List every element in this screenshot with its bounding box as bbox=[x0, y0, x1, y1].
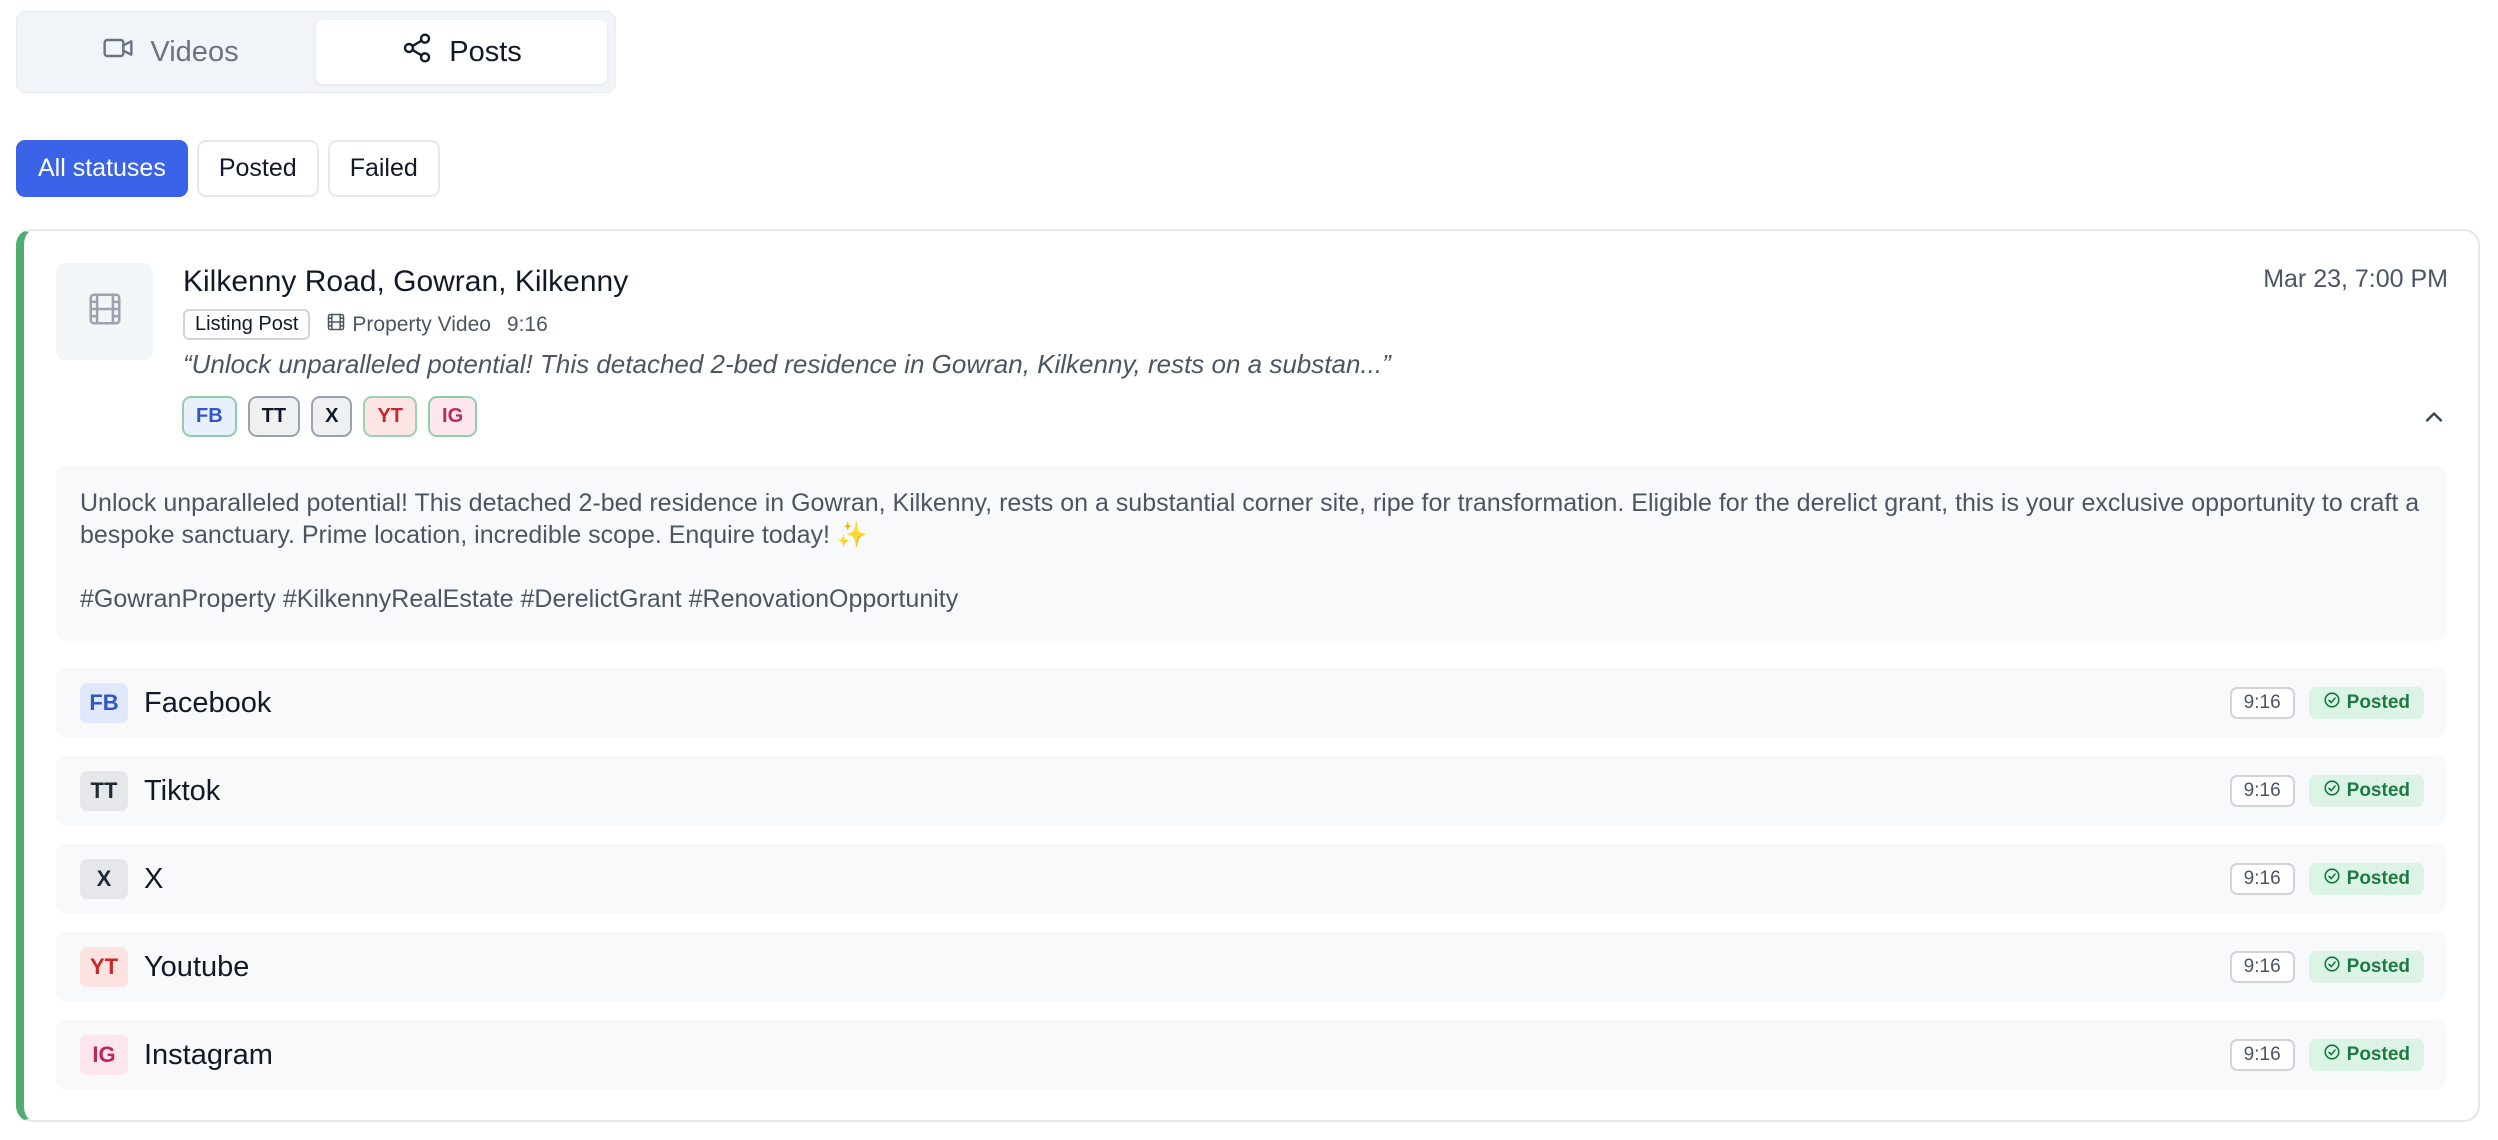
platform-row-meta: 9:16 Posted bbox=[2229, 863, 2424, 895]
filter-failed[interactable]: Failed bbox=[327, 140, 440, 197]
status-badge: Posted bbox=[2308, 687, 2424, 719]
platform-row-instagram[interactable]: IG Instagram 9:16 Posted bbox=[56, 1020, 2446, 1090]
status-badge: Posted bbox=[2308, 863, 2424, 895]
post-card: Kilkenny Road, Gowran, Kilkenny Mar 23, … bbox=[16, 229, 2480, 1122]
tab-videos-label: Videos bbox=[150, 35, 239, 68]
status-label: Posted bbox=[2346, 780, 2410, 801]
platform-row-youtube[interactable]: YT Youtube 9:16 Posted bbox=[56, 932, 2446, 1002]
video-camera-icon bbox=[102, 32, 134, 72]
share-icon bbox=[401, 32, 433, 72]
platform-row-meta: 9:16 Posted bbox=[2229, 1039, 2424, 1071]
platform-tag-tt: TT bbox=[247, 396, 301, 437]
platform-row-tiktok[interactable]: TT Tiktok 9:16 Posted bbox=[56, 756, 2446, 826]
platform-row-facebook[interactable]: FB Facebook 9:16 Posted bbox=[56, 668, 2446, 738]
tab-videos[interactable]: Videos bbox=[25, 20, 316, 84]
status-badge: Posted bbox=[2308, 951, 2424, 983]
platform-tag-x: X bbox=[311, 396, 353, 437]
film-icon bbox=[86, 290, 124, 333]
post-caption-preview: “Unlock unparalleled potential! This det… bbox=[183, 349, 1391, 379]
post-meta: Listing Post Property Video 9:16 bbox=[183, 309, 548, 340]
post-video-info: Property Video bbox=[326, 312, 491, 338]
platform-tag-fb: FB bbox=[182, 396, 237, 437]
view-tabs: Videos Posts bbox=[16, 11, 616, 93]
tab-posts-label: Posts bbox=[449, 35, 522, 68]
platform-list: FB Facebook 9:16 Posted TT Tiktok 9:16 P… bbox=[56, 668, 2446, 1108]
check-circle-icon bbox=[2323, 955, 2341, 979]
status-label: Posted bbox=[2346, 868, 2410, 889]
check-circle-icon bbox=[2323, 779, 2341, 803]
platform-name: Instagram bbox=[144, 1038, 273, 1071]
filter-all-statuses[interactable]: All statuses bbox=[16, 140, 188, 197]
platform-row-x[interactable]: X X 9:16 Posted bbox=[56, 844, 2446, 914]
check-circle-icon bbox=[2323, 867, 2341, 891]
status-label: Posted bbox=[2346, 1044, 2410, 1065]
post-hashtags: #GowranProperty #KilkennyRealEstate #Der… bbox=[80, 585, 959, 613]
check-circle-icon bbox=[2323, 1043, 2341, 1067]
aspect-ratio-badge: 9:16 bbox=[2229, 863, 2295, 895]
filter-posted[interactable]: Posted bbox=[196, 140, 319, 197]
platform-tag-yt: YT bbox=[363, 396, 418, 437]
platform-name: Youtube bbox=[144, 950, 250, 983]
platform-abbr: X bbox=[80, 859, 128, 899]
check-circle-icon bbox=[2323, 691, 2341, 715]
status-badge: Posted bbox=[2308, 775, 2424, 807]
platform-abbr: FB bbox=[80, 683, 128, 723]
platform-abbr: IG bbox=[80, 1035, 128, 1075]
post-type-badge: Listing Post bbox=[183, 309, 311, 340]
chevron-up-icon bbox=[2420, 412, 2448, 435]
aspect-ratio-badge: 9:16 bbox=[2229, 775, 2295, 807]
post-video-ratio: 9:16 bbox=[506, 312, 548, 336]
platform-row-meta: 9:16 Posted bbox=[2229, 687, 2424, 719]
status-label: Posted bbox=[2346, 692, 2410, 713]
aspect-ratio-badge: 9:16 bbox=[2229, 1039, 2295, 1071]
collapse-button[interactable] bbox=[2420, 403, 2448, 431]
post-body: Unlock unparalleled potential! This deta… bbox=[56, 465, 2446, 641]
platform-name: Facebook bbox=[144, 686, 272, 719]
platform-tags: FB TT X YT IG bbox=[182, 396, 478, 437]
platform-abbr: TT bbox=[80, 771, 128, 811]
platform-name: Tiktok bbox=[144, 774, 221, 807]
platform-tag-ig: IG bbox=[428, 396, 478, 437]
status-badge: Posted bbox=[2308, 1039, 2424, 1071]
aspect-ratio-badge: 9:16 bbox=[2229, 687, 2295, 719]
post-thumbnail bbox=[56, 263, 153, 360]
tab-posts[interactable]: Posts bbox=[316, 20, 607, 84]
platform-row-meta: 9:16 Posted bbox=[2229, 951, 2424, 983]
post-title: Kilkenny Road, Gowran, Kilkenny bbox=[183, 265, 629, 298]
post-date: Mar 23, 7:00 PM bbox=[2263, 265, 2448, 293]
aspect-ratio-badge: 9:16 bbox=[2229, 951, 2295, 983]
film-small-icon bbox=[326, 312, 346, 338]
status-label: Posted bbox=[2346, 956, 2410, 977]
status-filters: All statuses Posted Failed bbox=[16, 140, 440, 197]
platform-name: X bbox=[144, 862, 164, 895]
post-video-label: Property Video bbox=[352, 312, 491, 336]
platform-abbr: YT bbox=[80, 947, 128, 987]
post-body-text: Unlock unparalleled potential! This deta… bbox=[80, 489, 2420, 549]
platform-row-meta: 9:16 Posted bbox=[2229, 775, 2424, 807]
